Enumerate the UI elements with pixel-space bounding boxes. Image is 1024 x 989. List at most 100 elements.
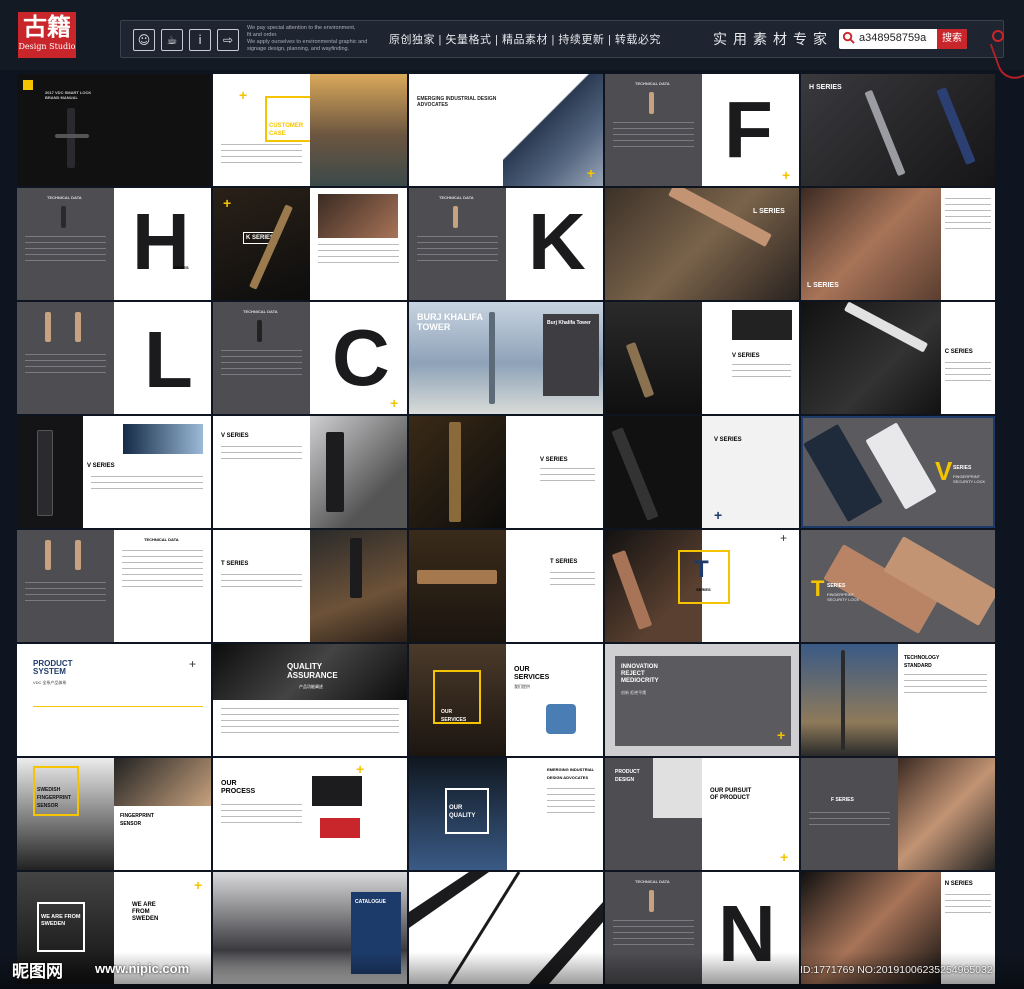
spread-services[interactable]: OUR SERVICES OUR SERVICES 我们提供 xyxy=(409,644,603,756)
we-are-title-2: WE ARE FROM SWEDEN xyxy=(132,902,159,922)
spread-v-series-d[interactable]: V SERIES + xyxy=(605,416,799,528)
burj-title: BURJ KHALIFA TOWER xyxy=(417,312,483,332)
brand-title: 2017 VDC SMART LOCK BRAND MANUAL xyxy=(45,90,92,100)
spread-f-series-2[interactable]: F SERIES xyxy=(801,758,995,870)
icon-group: ☺ ☕ i ⇨ xyxy=(133,29,239,51)
lock-photo: L SERIES xyxy=(801,188,941,300)
v-series-title: V SERIES xyxy=(221,433,249,439)
spread-k-series[interactable]: + K SERIES xyxy=(213,188,407,300)
spread-burj[interactable]: BURJ KHALIFA TOWER Burj Khalifa Tower xyxy=(409,302,603,414)
spread-k-letter[interactable]: TECHNICAL DATA K xyxy=(409,188,603,300)
plus-icon: + xyxy=(714,507,723,523)
n-series-title: N SERIES xyxy=(944,881,973,887)
spread-process[interactable]: OUR PROCESS + xyxy=(213,758,407,870)
site-url[interactable]: www.nipic.com xyxy=(95,961,189,976)
top-bar: 古籍 Design Studio ☺ ☕ i ⇨ We pay special … xyxy=(0,0,1024,84)
logo-cn: 古籍 xyxy=(23,12,71,41)
spread-t-series-b[interactable]: T SERIES xyxy=(409,530,603,642)
v-series-title: V SERIES xyxy=(86,463,115,469)
spread-v-series-b[interactable]: V SERIES xyxy=(213,416,407,528)
plus-icon: + xyxy=(777,727,786,743)
plus-icon: + xyxy=(586,165,595,181)
search-button[interactable]: 搜索 xyxy=(937,29,967,49)
letter-f: F xyxy=(724,85,773,174)
studio-logo[interactable]: 古籍 Design Studio xyxy=(18,12,76,58)
spread-fingerprint[interactable]: SWEDISH FINGERPRINT SENSOR FINGERPRINT S… xyxy=(17,758,211,870)
spread-c-series[interactable]: C SERIES xyxy=(801,302,995,414)
gold-lock-photo xyxy=(409,416,506,528)
spread-h-series[interactable]: H SERIES xyxy=(801,74,995,186)
lock-handle xyxy=(55,134,89,138)
series-label: SERIES xyxy=(174,265,189,270)
spread-quality-2[interactable]: OUR QUALITY EMERGING INDUSTRIAL DESIGN A… xyxy=(409,758,603,870)
innovation-title: INNOVATION REJECT MEDIOCRITY xyxy=(621,664,659,684)
lock-image xyxy=(417,570,497,584)
spread-customer-case[interactable]: + CUSTOMER CASE xyxy=(213,74,407,186)
spread-quality[interactable]: QUALITY ASSURANCE 产品功能阐述 xyxy=(213,644,407,756)
spread-f-series[interactable]: TECHNICAL DATA F + xyxy=(605,74,799,186)
spread-v-big[interactable]: V SERIES FINGERPRINT SECURITY LOCK xyxy=(801,416,995,528)
quality-title: QUALITY ASSURANCE xyxy=(287,662,338,680)
v-letter: V xyxy=(935,456,953,486)
swedish-title: SWEDISH FINGERPRINT SENSOR xyxy=(37,787,71,809)
spread-t-tech[interactable]: TECHNICAL DATA xyxy=(17,530,211,642)
t-letter: T xyxy=(694,556,709,583)
spread-c-letter[interactable]: TECHNICAL DATA C + xyxy=(213,302,407,414)
dna-photo xyxy=(122,424,203,454)
person-icon[interactable]: ☺ xyxy=(133,29,155,51)
spread-v-series[interactable]: V SERIES xyxy=(605,302,799,414)
spread-h-letter[interactable]: TECHNICAL DATA H SERIES xyxy=(17,188,211,300)
lock-image xyxy=(611,550,653,630)
tech-title: TECHNICAL DATA xyxy=(243,309,278,314)
lock-image xyxy=(249,204,293,290)
fingerprint-photo: SWEDISH FINGERPRINT SENSOR xyxy=(17,758,114,870)
plus-icon: + xyxy=(390,395,399,411)
spread-l-letter[interactable]: L xyxy=(17,302,211,414)
spread-v-series-c[interactable]: V SERIES xyxy=(409,416,603,528)
spread-product-design[interactable]: PRODUCT DESIGN OUR PURSUIT OF PRODUCT + xyxy=(605,758,799,870)
tower-image xyxy=(489,312,495,404)
pursuit-title: OUR PURSUIT OF PRODUCT xyxy=(710,788,752,801)
lock-thumb xyxy=(649,890,654,912)
spread-t-big-2[interactable]: T SERIES FINGERPRINT SECURITY LOCK xyxy=(801,530,995,642)
spread-l-series-2[interactable]: L SERIES xyxy=(801,188,995,300)
lock-thumb xyxy=(649,92,654,114)
lock-thumb xyxy=(453,206,458,228)
spread-cover[interactable]: 2017 VDC SMART LOCK BRAND MANUAL xyxy=(17,74,211,186)
lock-photo xyxy=(898,758,995,870)
spread-t-series-a[interactable]: T SERIES xyxy=(213,530,407,642)
spread-emerging[interactable]: EMERGING INDUSTRIAL DESIGN ADVOCATES + xyxy=(409,74,603,186)
product-design-title: PRODUCT DESIGN xyxy=(615,769,640,783)
product-system-title: PRODUCT SYSTEM xyxy=(33,659,73,676)
plus-icon: + xyxy=(239,87,248,103)
our-services-sub: 我们提供 xyxy=(514,684,530,689)
exit-icon[interactable]: ⇨ xyxy=(217,29,239,51)
spread-l-series[interactable]: L SERIES xyxy=(605,188,799,300)
lock-image xyxy=(326,432,344,512)
city-photo xyxy=(310,74,407,186)
l-series-title: L SERIES xyxy=(807,282,839,289)
lock-thumb xyxy=(61,206,66,228)
spread-v-series-a[interactable]: V SERIES xyxy=(17,416,211,528)
tower-image xyxy=(841,650,845,750)
cup-icon[interactable]: ☕ xyxy=(161,29,183,51)
lock-image xyxy=(843,302,929,353)
fingerprint-title: FINGERPRINT SENSOR xyxy=(120,813,154,827)
expert-label: 实用素材专家 xyxy=(713,31,833,47)
spread-t-big[interactable]: T SERIES + xyxy=(605,530,799,642)
our-process-title: OUR PROCESS xyxy=(221,780,256,795)
site-watermark: 昵图网 xyxy=(12,962,63,982)
header-bar: ☺ ☕ i ⇨ We pay special attention to the … xyxy=(120,20,1004,58)
spread-tech-standard[interactable]: TECHNOLOGY STANDARD xyxy=(801,644,995,756)
spread-product-system[interactable]: PRODUCT SYSTEM VDC 全系产品体系 + xyxy=(17,644,211,756)
eiffel-photo xyxy=(801,644,898,756)
spread-innovation[interactable]: INNOVATION REJECT MEDIOCRITY 创新 拒绝平庸 + xyxy=(605,644,799,756)
search-input[interactable]: a348958759a xyxy=(859,32,926,44)
lock-image xyxy=(350,538,362,598)
info-icon[interactable]: i xyxy=(189,29,211,51)
our-quality-title: OUR QUALITY xyxy=(449,805,476,819)
search-icon xyxy=(842,31,855,44)
v-series-label: SERIES xyxy=(953,465,972,471)
finger-photo xyxy=(114,758,211,806)
v-series-title: V SERIES xyxy=(540,457,568,463)
